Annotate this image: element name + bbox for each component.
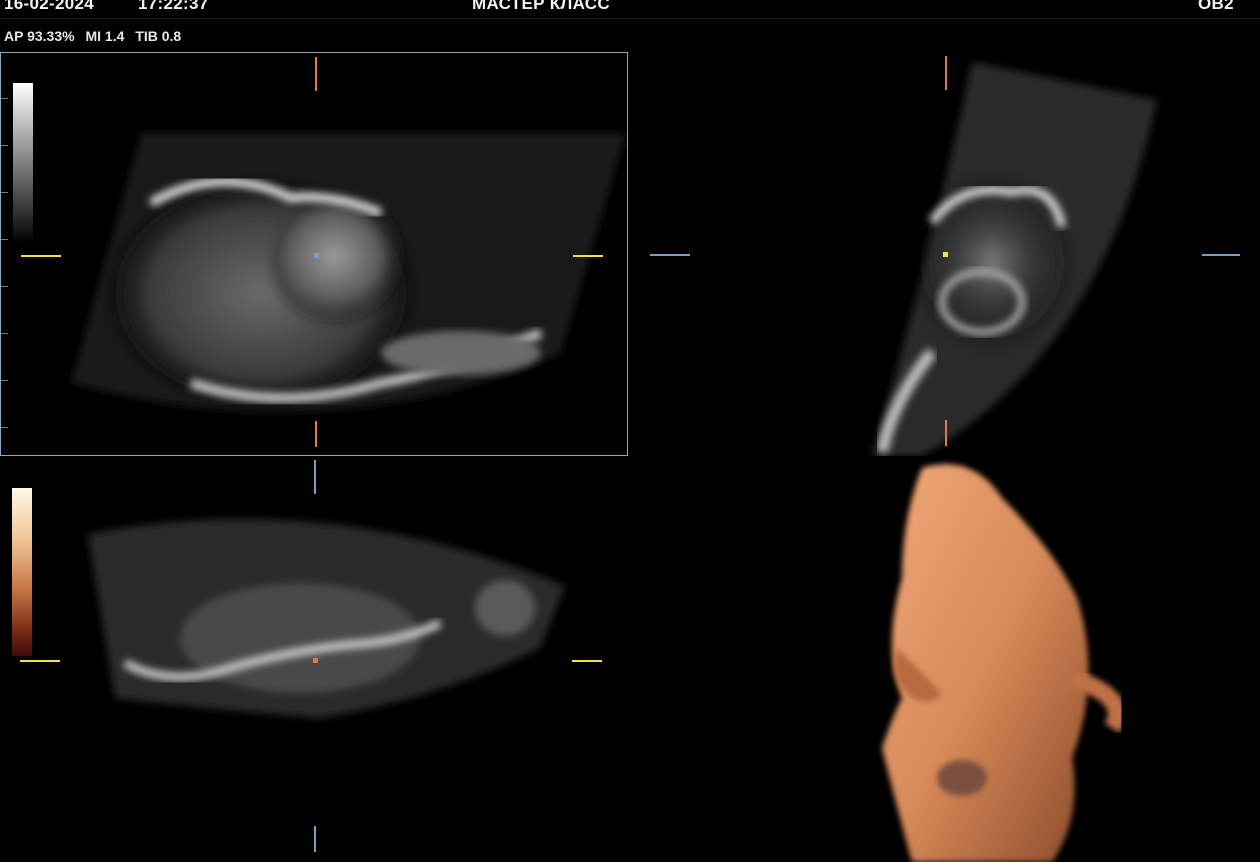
- vertical-axis-arrow[interactable]: [315, 57, 317, 91]
- horizontal-axis-arrow[interactable]: [1202, 254, 1240, 256]
- center-marker[interactable]: [943, 252, 948, 257]
- center-marker[interactable]: [314, 253, 319, 258]
- vertical-axis-line: [314, 826, 316, 852]
- exam-time: 17:22:37: [138, 0, 209, 13]
- exam-preset[interactable]: OB2: [1198, 0, 1234, 14]
- tib-value: TIB 0.8: [135, 28, 182, 44]
- vertical-axis-line: [945, 420, 947, 446]
- pane-3d-render[interactable]: [632, 458, 1260, 862]
- horizontal-axis-arrow[interactable]: [572, 660, 602, 662]
- acoustic-params: AP 93.33% MI 1.4 TIB 0.8: [4, 28, 188, 44]
- pane-coronal[interactable]: [0, 458, 628, 862]
- vertical-axis-arrow[interactable]: [945, 56, 947, 90]
- horizontal-axis-arrow[interactable]: [573, 255, 603, 257]
- surface-render: [882, 464, 1126, 862]
- horizontal-axis-line: [20, 660, 60, 662]
- center-marker[interactable]: [313, 658, 318, 663]
- ap-value: AP 93.33%: [4, 28, 75, 44]
- horizontal-axis-line: [21, 255, 61, 257]
- status-bar: 16-02-2024 17:22:37 МАСТЕР КЛАСС OB2: [0, 0, 1260, 19]
- vertical-axis-arrow[interactable]: [314, 460, 316, 494]
- depth-scale: [1, 98, 11, 438]
- render-color-bar: [12, 488, 32, 656]
- horizontal-axis-line: [650, 254, 690, 256]
- mi-value: MI 1.4: [85, 28, 125, 44]
- exam-title: МАСТЕР КЛАСС: [472, 0, 610, 13]
- grayscale-bar: [13, 83, 33, 243]
- pane-transverse[interactable]: [632, 52, 1260, 456]
- pane-sagittal[interactable]: [0, 52, 628, 456]
- vertical-axis-line: [315, 421, 317, 447]
- exam-date: 16-02-2024: [4, 0, 94, 13]
